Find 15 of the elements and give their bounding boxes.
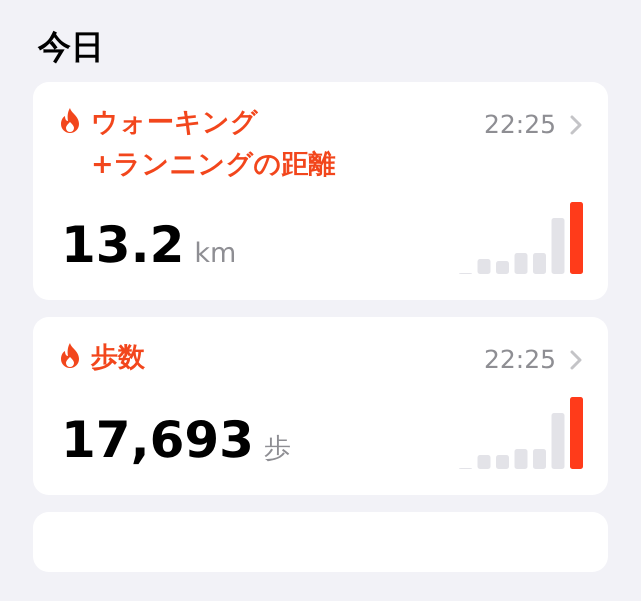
flame-icon [59,107,81,135]
chevron-icon [570,350,582,370]
metric-card[interactable]: 歩数 22:25 17,693 歩 [33,317,608,495]
section-heading: 今日 [38,26,105,68]
update-time: 22:25 [484,344,556,376]
chevron-icon [570,115,582,135]
update-time: 22:25 [484,109,556,141]
metric-unit: km [194,236,236,270]
flame-icon [59,342,81,370]
metric-card[interactable]: ウォーキング +ランニングの距離 22:25 13.2 km [33,82,608,300]
metric-value: 13.2 [61,218,184,270]
metric-unit: 歩 [264,432,291,466]
metric-title: ウォーキング +ランニングの距離 [91,106,336,182]
metric-title: 歩数 [91,341,145,375]
metric-value: 17,693 [61,414,254,466]
